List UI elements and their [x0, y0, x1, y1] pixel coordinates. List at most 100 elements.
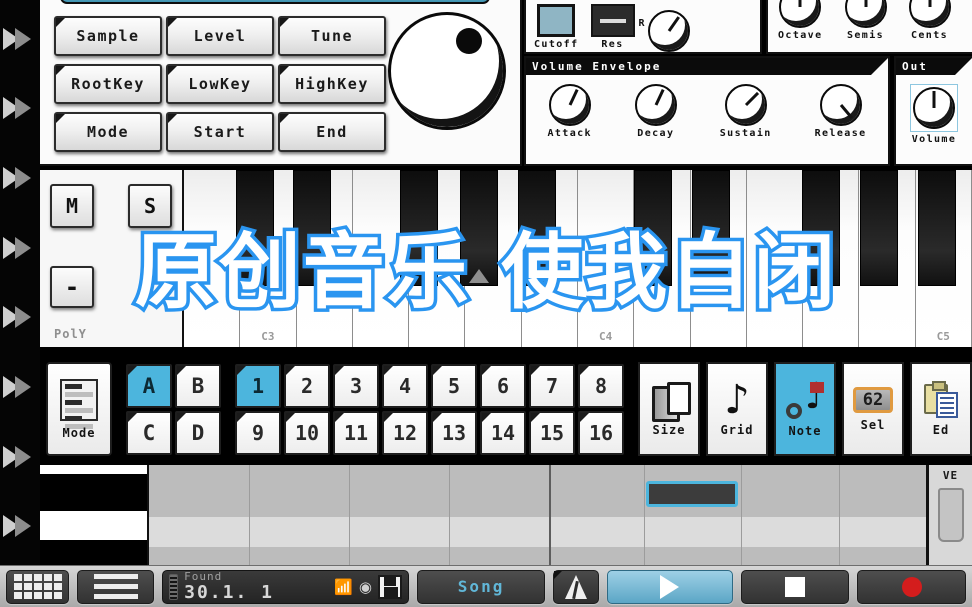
- step-pad-4[interactable]: 4: [382, 363, 428, 408]
- play-button[interactable]: [606, 569, 733, 604]
- step-pad-15[interactable]: 15: [529, 410, 575, 455]
- instrument-panel: Sample Level Tune RootKey LowKey HighKey…: [40, 0, 522, 166]
- sample-button[interactable]: Sample: [54, 16, 162, 56]
- instrument-selector-bar[interactable]: [60, 0, 490, 4]
- grid-tool-button[interactable]: ♪ Grid: [706, 362, 768, 456]
- r-knob[interactable]: [647, 10, 690, 52]
- sustain-control[interactable]: Sustain: [720, 84, 772, 139]
- mute-button[interactable]: M: [50, 184, 94, 228]
- step-pad-6[interactable]: 6: [480, 363, 526, 408]
- black-key[interactable]: [692, 170, 730, 286]
- grid-view-button[interactable]: [6, 569, 70, 604]
- solo-button[interactable]: S: [128, 184, 172, 228]
- roll-key-white[interactable]: [40, 511, 147, 541]
- step-pad-7[interactable]: 7: [529, 363, 575, 408]
- volume-control[interactable]: Volume: [910, 84, 958, 145]
- black-key[interactable]: [460, 170, 498, 286]
- roll-lane[interactable]: [149, 473, 972, 517]
- white-key[interactable]: [184, 170, 241, 347]
- black-key[interactable]: [860, 170, 898, 286]
- semis-control[interactable]: Semis: [844, 0, 887, 41]
- velocity-slider[interactable]: [937, 488, 964, 542]
- step-pad-10[interactable]: 10: [284, 410, 330, 455]
- menu-button[interactable]: [77, 569, 155, 604]
- rail-arrow-icon: [3, 163, 37, 193]
- decay-control[interactable]: Decay: [634, 84, 677, 139]
- main-dial[interactable]: [388, 12, 506, 130]
- song-button[interactable]: Song: [416, 569, 546, 604]
- white-key[interactable]: [746, 170, 804, 347]
- step-pad-11[interactable]: 11: [333, 410, 379, 455]
- roll-lane[interactable]: [149, 465, 972, 473]
- left-arrow-rail[interactable]: [0, 0, 40, 565]
- stop-button[interactable]: [740, 569, 850, 604]
- edit-tool-button[interactable]: Ed: [910, 362, 972, 456]
- white-key[interactable]: C4: [577, 170, 635, 347]
- level-button[interactable]: Level: [166, 16, 274, 56]
- step-pad-16[interactable]: 16: [578, 410, 624, 455]
- roll-key-white[interactable]: [40, 465, 147, 475]
- step-pad-5[interactable]: 5: [431, 363, 477, 408]
- copy-icon: [652, 381, 691, 422]
- wifi-icon[interactable]: 📶: [334, 578, 353, 596]
- step-pad-8[interactable]: 8: [578, 363, 624, 408]
- size-tool-button[interactable]: Size: [638, 362, 700, 456]
- tune-button[interactable]: Tune: [278, 16, 386, 56]
- rail-arrow-icon: [3, 511, 37, 541]
- roll-key-black[interactable]: [40, 475, 147, 511]
- rootkey-button[interactable]: RootKey: [54, 64, 162, 104]
- knob-pointer: [654, 88, 665, 106]
- note-label: Note: [788, 423, 822, 438]
- piano-keyboard[interactable]: M S - PolY C3 C4 C5: [40, 168, 972, 350]
- save-icon[interactable]: [377, 574, 402, 599]
- step-pad-14[interactable]: 14: [480, 410, 526, 455]
- menu-icon: [93, 574, 138, 599]
- metronome-button[interactable]: [553, 569, 599, 604]
- bank-pad-d[interactable]: D: [175, 410, 221, 455]
- black-key[interactable]: [400, 170, 438, 286]
- attack-label: Attack: [547, 128, 592, 139]
- step-pad-1[interactable]: 1: [235, 363, 281, 408]
- attack-control[interactable]: Attack: [547, 84, 592, 139]
- pad-mode-button[interactable]: Mode: [46, 362, 112, 456]
- step-pad-3[interactable]: 3: [333, 363, 379, 408]
- bank-pad-c[interactable]: C: [126, 410, 172, 455]
- black-key[interactable]: [293, 170, 331, 286]
- step-pad-2[interactable]: 2: [284, 363, 330, 408]
- highkey-button[interactable]: HighKey: [278, 64, 386, 104]
- step-pad-13[interactable]: 13: [431, 410, 477, 455]
- note-block[interactable]: [646, 481, 738, 507]
- velocity-panel[interactable]: VE: [926, 465, 972, 565]
- note-tool-button[interactable]: ♩ Note: [774, 362, 836, 456]
- black-key[interactable]: [236, 170, 274, 286]
- piano-roll[interactable]: VE: [40, 465, 972, 572]
- cents-control[interactable]: Cents: [908, 0, 951, 41]
- step-pad-12[interactable]: 12: [382, 410, 428, 455]
- bank-pad-group: A B C D: [126, 363, 221, 455]
- bank-pad-b[interactable]: B: [175, 363, 221, 408]
- roll-key-black[interactable]: [40, 541, 147, 565]
- black-key[interactable]: [918, 170, 956, 286]
- transport-display[interactable]: Found 30.1. 1 📶 ◉: [162, 569, 409, 604]
- start-button[interactable]: Start: [166, 112, 274, 152]
- black-key[interactable]: [518, 170, 556, 286]
- end-button[interactable]: End: [278, 112, 386, 152]
- record-button[interactable]: [857, 569, 966, 604]
- roll-lane[interactable]: [149, 517, 972, 547]
- release-control[interactable]: Release: [815, 84, 867, 139]
- decrement-button[interactable]: -: [50, 266, 94, 308]
- lowkey-button[interactable]: LowKey: [166, 64, 274, 104]
- black-key[interactable]: [634, 170, 672, 286]
- black-key[interactable]: [802, 170, 840, 286]
- bank-pad-a[interactable]: A: [126, 363, 172, 408]
- selection-tool-button[interactable]: 62 Sel: [842, 362, 904, 456]
- cutoff-control[interactable]: Cutoff: [534, 4, 579, 50]
- res-control[interactable]: Res: [590, 4, 635, 50]
- piano-roll-grid[interactable]: VE: [147, 465, 972, 572]
- piano-roll-keys[interactable]: [40, 465, 147, 565]
- stop-icon: [785, 576, 806, 597]
- midi-icon[interactable]: ◉: [359, 578, 372, 596]
- step-pad-9[interactable]: 9: [235, 410, 281, 455]
- octave-control[interactable]: Octave: [778, 0, 823, 41]
- mode-button[interactable]: Mode: [54, 112, 162, 152]
